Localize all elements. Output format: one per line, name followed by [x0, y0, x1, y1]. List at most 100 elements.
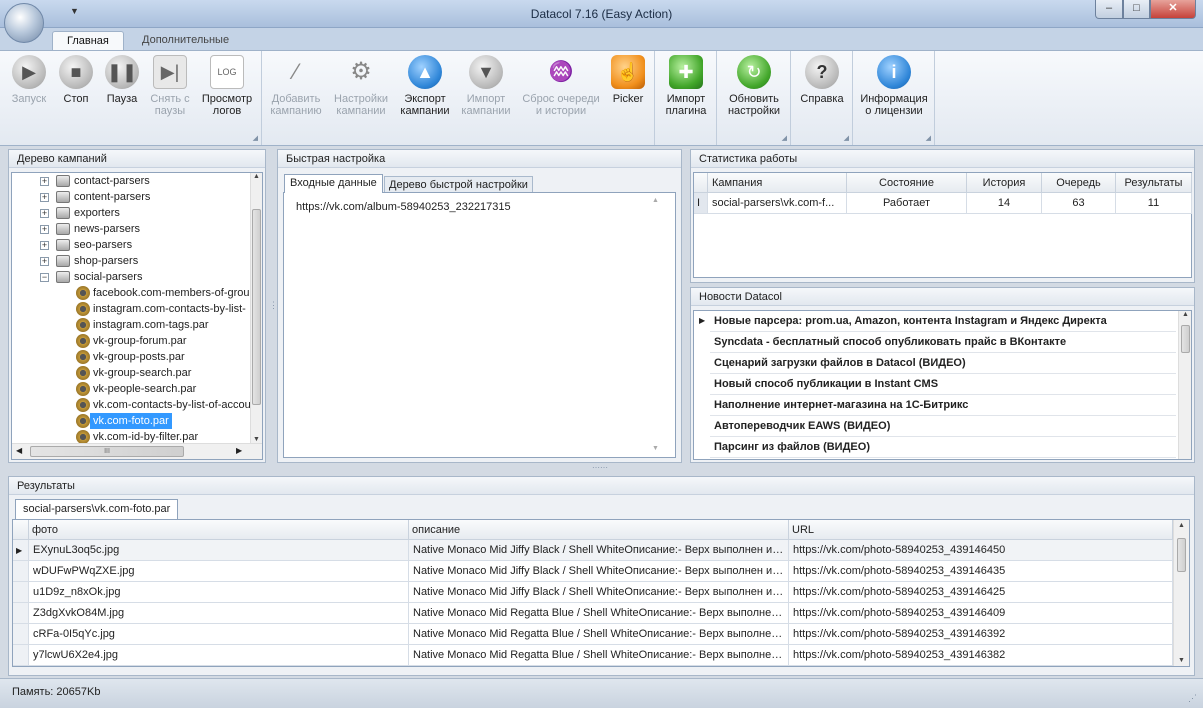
- column-header[interactable]: Состояние: [847, 173, 967, 193]
- tab-input-data[interactable]: Входные данные: [284, 174, 383, 193]
- scroll-down-icon[interactable]: ▼: [251, 436, 262, 443]
- results-cell[interactable]: https://vk.com/photo-58940253_439146392: [789, 624, 1173, 645]
- scroll-thumb[interactable]: III: [30, 446, 184, 457]
- stats-grid[interactable]: Кампания Состояние История Очередь Резул…: [693, 172, 1192, 278]
- news-item[interactable]: Syncdata - бесплатный способ опубликоват…: [710, 332, 1176, 353]
- results-cell[interactable]: https://vk.com/photo-58940253_439146435: [789, 561, 1173, 582]
- column-header[interactable]: описание: [409, 520, 789, 540]
- results-cell[interactable]: Native Monaco Mid Jiffy Black / Shell Wh…: [409, 540, 789, 561]
- scroll-down-icon[interactable]: ▼: [1174, 657, 1189, 664]
- scroll-thumb[interactable]: [1177, 538, 1186, 572]
- scroll-thumb[interactable]: [252, 209, 261, 405]
- column-header[interactable]: URL: [789, 520, 1173, 540]
- stats-cell-results[interactable]: 11: [1116, 193, 1192, 214]
- news-item[interactable]: Парсинг из файлов (ВИДЕО): [710, 437, 1176, 458]
- column-header[interactable]: фото: [29, 520, 409, 540]
- stats-cell-state[interactable]: Работает: [847, 193, 967, 214]
- results-tab[interactable]: social-parsers\vk.com-foto.par: [15, 499, 179, 519]
- column-header[interactable]: Результаты: [1116, 173, 1192, 193]
- tree-horizontal-scrollbar[interactable]: ◀ III ▶: [12, 443, 262, 459]
- maximize-button[interactable]: □: [1123, 0, 1150, 19]
- ribbon-group-license: i Информация о лицензии ◢: [853, 51, 935, 145]
- results-cell[interactable]: https://vk.com/photo-58940253_439146382: [789, 645, 1173, 666]
- import-plugin-button[interactable]: ✚ Импорт плагина: [659, 53, 713, 117]
- group-launcher-icon[interactable]: ◢: [844, 134, 849, 142]
- input-data-area[interactable]: https://vk.com/album-58940253_232217315 …: [283, 192, 676, 458]
- close-button[interactable]: ✕: [1150, 0, 1196, 19]
- results-cell[interactable]: u1D9z_n8xOk.jpg: [29, 582, 409, 603]
- scroll-left-icon[interactable]: ◀: [16, 446, 22, 455]
- stats-cell-history[interactable]: 14: [967, 193, 1042, 214]
- news-item[interactable]: Новые парсера: prom.ua, Amazon, контента…: [710, 311, 1176, 332]
- input-data-text[interactable]: https://vk.com/album-58940253_232217315: [296, 201, 511, 213]
- expand-icon[interactable]: +: [40, 177, 49, 186]
- scroll-right-icon[interactable]: ▶: [236, 446, 242, 455]
- add-campaign-button[interactable]: ⁄ Добавить кампанию: [266, 53, 326, 118]
- news-item[interactable]: Наполнение интернет-магазина на 1С-Битри…: [710, 395, 1176, 416]
- unpause-button[interactable]: ▶| Снять с паузы: [146, 53, 194, 117]
- minimize-button[interactable]: –: [1095, 0, 1123, 19]
- license-info-button[interactable]: i Информация о лицензии: [857, 53, 931, 117]
- campaign-settings-button[interactable]: ⚙ Настройки кампании: [330, 53, 392, 118]
- results-cell[interactable]: https://vk.com/photo-58940253_439146450: [789, 540, 1173, 561]
- help-button[interactable]: ? Справка: [795, 53, 849, 105]
- news-item[interactable]: Автопереводчик EAWS (ВИДЕО): [710, 416, 1176, 437]
- results-cell[interactable]: Z3dgXvkO84M.jpg: [29, 603, 409, 624]
- expand-icon[interactable]: +: [40, 193, 49, 202]
- results-cell[interactable]: y7lcwU6X2e4.jpg: [29, 645, 409, 666]
- stats-cell-campaign[interactable]: social-parsers\vk.com-f...: [708, 193, 847, 214]
- results-cell[interactable]: https://vk.com/photo-58940253_439146425: [789, 582, 1173, 603]
- pause-button[interactable]: ❚❚ Пауза: [100, 53, 144, 105]
- results-cell[interactable]: https://vk.com/photo-58940253_439146409: [789, 603, 1173, 624]
- resize-grip-icon[interactable]: ⋰: [1188, 693, 1197, 704]
- expand-icon[interactable]: +: [40, 257, 49, 266]
- results-cell[interactable]: Native Monaco Mid Regatta Blue / Shell W…: [409, 645, 789, 666]
- stop-button[interactable]: ■ Стоп: [54, 53, 98, 105]
- results-cell[interactable]: Native Monaco Mid Regatta Blue / Shell W…: [409, 603, 789, 624]
- expand-icon[interactable]: +: [40, 241, 49, 250]
- scroll-up-icon[interactable]: ▲: [251, 173, 262, 180]
- tab-quick-tree[interactable]: Дерево быстрой настройки: [384, 176, 533, 193]
- reset-queue-button[interactable]: ♒ Сброс очереди и истории: [520, 53, 602, 117]
- news-item[interactable]: Сценарий загрузки файлов в Datacol (ВИДЕ…: [710, 353, 1176, 374]
- scroll-up-icon[interactable]: ▲: [1174, 522, 1189, 529]
- group-launcher-icon[interactable]: ◢: [782, 134, 787, 142]
- news-list[interactable]: ▶ Новые парсера: prom.ua, Amazon, контен…: [693, 310, 1192, 460]
- export-campaign-button[interactable]: ▲ Экспорт кампании: [396, 53, 454, 117]
- column-header[interactable]: История: [967, 173, 1042, 193]
- collapse-icon[interactable]: −: [40, 273, 49, 282]
- results-cell[interactable]: wDUFwPWqZXE.jpg: [29, 561, 409, 582]
- news-vertical-scrollbar[interactable]: ▲: [1178, 311, 1191, 459]
- group-launcher-icon[interactable]: ◢: [253, 134, 258, 142]
- picker-button[interactable]: ☝ Picker: [606, 53, 650, 105]
- group-launcher-icon[interactable]: ◢: [926, 134, 931, 142]
- folder-icon: [56, 175, 70, 187]
- news-item[interactable]: Новый способ публикации в Instant CMS: [710, 374, 1176, 395]
- tab-additional[interactable]: Дополнительные: [128, 31, 243, 50]
- start-button[interactable]: ▶ Запуск: [6, 53, 52, 105]
- horizontal-splitter[interactable]: ⋯⋯: [592, 463, 608, 472]
- view-logs-button[interactable]: LOG Просмотр логов: [198, 53, 256, 117]
- expand-icon[interactable]: +: [40, 209, 49, 218]
- results-cell[interactable]: Native Monaco Mid Regatta Blue / Shell W…: [409, 624, 789, 645]
- scroll-up-icon[interactable]: ▲: [652, 197, 659, 204]
- stats-cell-queue[interactable]: 63: [1042, 193, 1116, 214]
- results-grid[interactable]: фото описание URL ▶ EXynuL3oq5c.jpg Native…: [12, 519, 1190, 667]
- import-campaign-button[interactable]: ▼ Импорт кампании: [458, 53, 514, 117]
- update-settings-button[interactable]: ↻ Обновить настройки: [721, 53, 787, 117]
- scroll-up-icon[interactable]: ▲: [1179, 311, 1191, 318]
- results-cell[interactable]: Native Monaco Mid Jiffy Black / Shell Wh…: [409, 561, 789, 582]
- results-cell[interactable]: Native Monaco Mid Jiffy Black / Shell Wh…: [409, 582, 789, 603]
- expand-icon[interactable]: +: [40, 225, 49, 234]
- tree-vertical-scrollbar[interactable]: ▲ ▼: [250, 173, 262, 443]
- results-vertical-scrollbar[interactable]: ▲ ▼: [1173, 520, 1189, 666]
- campaign-tree[interactable]: + contact-parsers + content-parsers + ex…: [11, 172, 263, 460]
- column-header[interactable]: Очередь: [1042, 173, 1116, 193]
- column-header[interactable]: Кампания: [708, 173, 847, 193]
- tab-main[interactable]: Главная: [52, 31, 124, 50]
- scroll-thumb[interactable]: [1181, 325, 1190, 353]
- scroll-down-icon[interactable]: ▼: [652, 445, 659, 452]
- results-cell[interactable]: EXynuL3oq5c.jpg: [29, 540, 409, 561]
- app-menu-orb-icon[interactable]: [4, 3, 44, 43]
- results-cell[interactable]: cRFa-0I5qYc.jpg: [29, 624, 409, 645]
